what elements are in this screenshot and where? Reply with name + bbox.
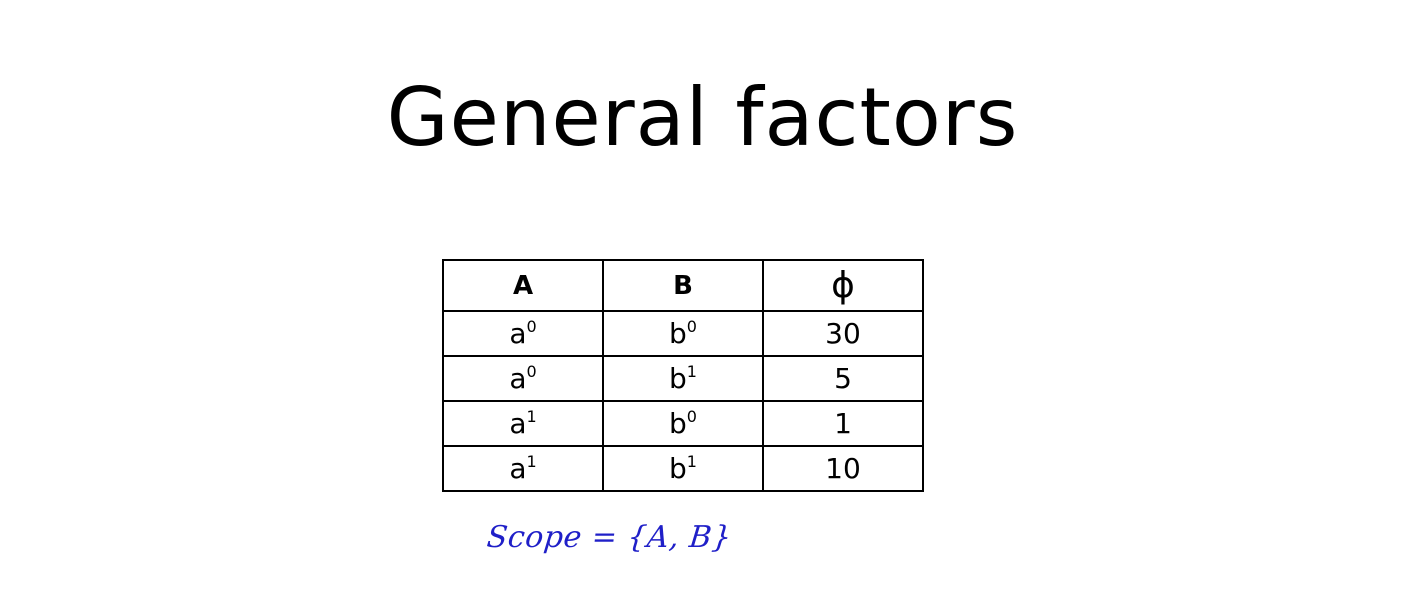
- cell-phi: 30: [762, 310, 924, 357]
- cell-b-base: b: [669, 452, 687, 485]
- cell-b-base: b: [669, 407, 687, 440]
- cell-phi: 1: [762, 400, 924, 447]
- cell-a: a1: [442, 445, 604, 492]
- cell-a: a1: [442, 400, 604, 447]
- cell-phi: 10: [762, 445, 924, 492]
- cell-phi: 5: [762, 355, 924, 402]
- cell-a-base: a: [509, 317, 527, 350]
- cell-b-superscript: 0: [686, 317, 697, 336]
- table-row: a0 b0 30: [442, 310, 924, 357]
- cell-b: b0: [602, 310, 764, 357]
- table-row: a1 b1 10: [442, 445, 924, 492]
- cell-b-base: b: [669, 317, 687, 350]
- cell-a: a0: [442, 310, 604, 357]
- cell-a-superscript: 1: [526, 452, 537, 471]
- cell-a-base: a: [509, 362, 527, 395]
- cell-b-base: b: [669, 362, 687, 395]
- slide-title: General factors: [386, 70, 1019, 164]
- cell-a-base: a: [509, 452, 527, 485]
- cell-b: b0: [602, 400, 764, 447]
- table-row: a0 b1 5: [442, 355, 924, 402]
- cell-a-base: a: [509, 407, 527, 440]
- cell-b-superscript: 1: [686, 362, 697, 381]
- cell-b: b1: [602, 445, 764, 492]
- cell-b-superscript: 1: [686, 452, 697, 471]
- cell-a-superscript: 1: [526, 407, 537, 426]
- column-header-b: B: [602, 259, 764, 312]
- factor-table: A B ϕ a0 b0 30 a0 b1 5 a1 b0 1 a1 b1 10: [442, 259, 924, 492]
- cell-a-superscript: 0: [526, 362, 537, 381]
- cell-b-superscript: 0: [686, 407, 697, 426]
- column-header-a: A: [442, 259, 604, 312]
- table-row: a1 b0 1: [442, 400, 924, 447]
- table-header-row: A B ϕ: [442, 259, 924, 312]
- scope-annotation: Scope = {A, B}: [485, 520, 734, 555]
- cell-a: a0: [442, 355, 604, 402]
- cell-a-superscript: 0: [526, 317, 537, 336]
- column-header-phi: ϕ: [762, 259, 924, 312]
- cell-b: b1: [602, 355, 764, 402]
